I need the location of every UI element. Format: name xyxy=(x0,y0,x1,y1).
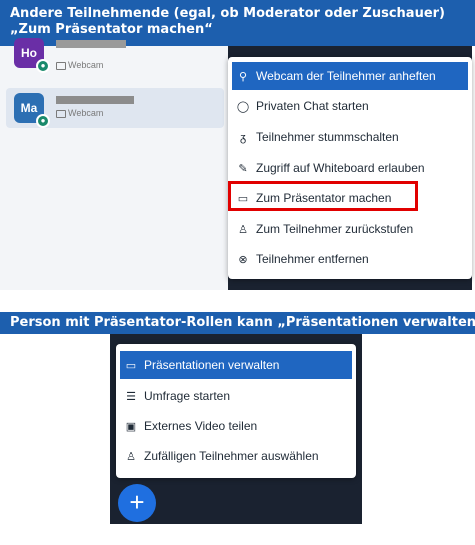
user-list: Ho ● Webcam Ma ● Webcam xyxy=(0,38,228,290)
menu-item-whiteboard-access[interactable]: ✎ Zugriff auf Whiteboard erlauben xyxy=(232,154,468,182)
pencil-icon: ✎ xyxy=(238,163,248,175)
menu-item-remove[interactable]: ⊗ Teilnehmer entfernen xyxy=(232,245,468,273)
presenter-actions-menu: ▭ Präsentationen verwalten ☰ Umfrage start… xyxy=(116,344,356,478)
menu-item-random-participant[interactable]: ♙ Zufälligen Teilnehmer auswählen xyxy=(120,442,352,470)
poll-icon: ☰ xyxy=(126,391,136,403)
menu-item-mute[interactable]: ᵹ Teilnehmer stummschalten xyxy=(232,123,468,151)
redacted-username xyxy=(56,96,134,104)
avatar-initials: Ma xyxy=(20,101,38,115)
microphone-icon: ● xyxy=(36,59,50,73)
user-icon: ♙ xyxy=(238,224,248,236)
menu-item-pin-webcam[interactable]: ⚲ Webcam der Teilnehmer anheften xyxy=(232,62,468,90)
top-caption-line1: Andere Teilnehmende (egal, ob Moderator … xyxy=(10,6,445,21)
menu-item-private-chat[interactable]: ◯ Privaten Chat starten xyxy=(232,92,468,120)
bottom-caption-banner: Person mit Präsentator-Rollen kann „Präs… xyxy=(0,312,475,334)
webcam-label: Webcam xyxy=(68,60,104,70)
redacted-username xyxy=(56,40,126,48)
participant-context-menu: ⚲ Webcam der Teilnehmer anheften ◯ Private… xyxy=(228,57,472,279)
bottom-caption-text: Person mit Präsentator-Rollen kann „Präs… xyxy=(10,315,475,330)
user-row-selected[interactable]: Ma ● Webcam xyxy=(6,88,224,128)
plus-icon: + xyxy=(129,487,145,517)
menu-item-manage-presentations[interactable]: ▭ Präsentationen verwalten xyxy=(120,351,352,379)
actions-plus-button[interactable]: + xyxy=(118,484,156,522)
microphone-icon: ● xyxy=(36,114,50,128)
presentation-icon: ▭ xyxy=(125,360,137,372)
webcam-icon xyxy=(56,61,66,70)
webcam-label: Webcam xyxy=(68,108,104,118)
avatar-initials: Ho xyxy=(21,46,37,60)
user-icon: ♙ xyxy=(126,451,136,463)
chat-icon: ◯ xyxy=(236,101,250,113)
mute-icon: ᵹ xyxy=(239,132,247,144)
remove-icon: ⊗ xyxy=(238,254,248,266)
menu-item-demote[interactable]: ♙ Zum Teilnehmer zurückstufen xyxy=(232,215,468,243)
webcam-icon xyxy=(56,109,66,118)
avatar: Ma ● xyxy=(14,93,50,128)
menu-item-start-poll[interactable]: ☰ Umfrage starten xyxy=(120,382,352,410)
user-row[interactable]: Ho ● Webcam xyxy=(6,38,224,78)
pin-icon: ⚲ xyxy=(238,71,248,83)
menu-item-share-external-video[interactable]: ▣ Externes Video teilen xyxy=(120,412,352,440)
video-icon: ▣ xyxy=(125,421,137,433)
avatar: Ho ● xyxy=(14,38,50,73)
top-caption-line2: „Zum Präsentator machen“ xyxy=(10,22,213,37)
highlight-box xyxy=(228,181,418,211)
